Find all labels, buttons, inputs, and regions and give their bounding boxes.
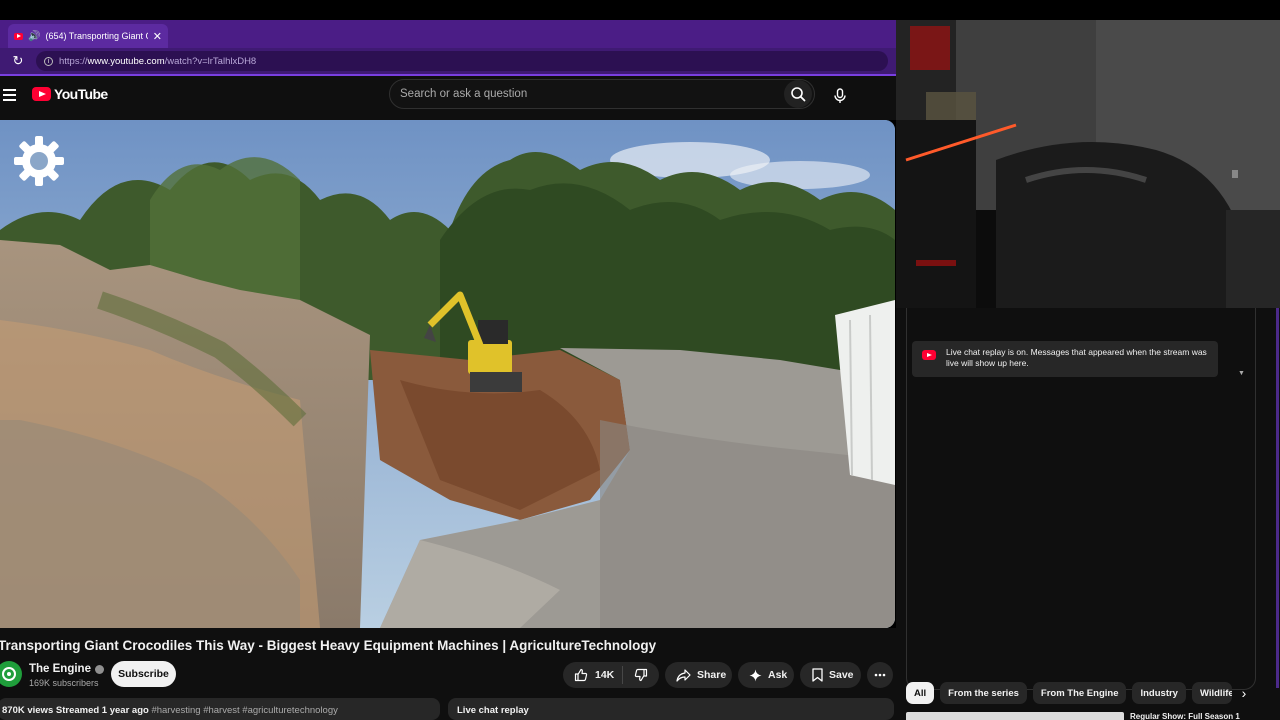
webcam-overlay (896, 20, 1280, 308)
chip-wildlife[interactable]: Wildlife (1191, 682, 1232, 704)
secondary-column: Live chat replay is on. Messages that ap… (896, 20, 1280, 720)
menu-icon[interactable] (3, 89, 16, 101)
address-bar: ↻ i https://www.youtube.com/watch?v=lrTa… (0, 48, 896, 74)
avatar[interactable] (0, 661, 22, 687)
dislike-button[interactable] (623, 668, 659, 682)
engine-logo-icon (2, 667, 16, 681)
video-player[interactable] (0, 120, 895, 628)
thumbs-down-icon (634, 668, 648, 682)
speaker-icon[interactable]: 🔊 (28, 31, 40, 42)
sparkle-icon (749, 669, 762, 681)
youtube-icon (922, 350, 936, 360)
description-box[interactable]: 870K views Streamed 1 year ago #harvesti… (0, 698, 440, 720)
channel-name[interactable]: The Engine (29, 663, 104, 675)
like-button[interactable]: 14K (563, 666, 623, 684)
video-info: Transporting Giant Crocodiles This Way -… (0, 628, 896, 720)
youtube-logo[interactable]: YouTube (32, 86, 108, 102)
search-bar (389, 79, 815, 109)
more-actions-button[interactable] (867, 662, 893, 688)
url-field[interactable]: i https://www.youtube.com/watch?v=lrTalh… (36, 51, 888, 71)
view-count-and-date: 870K views Streamed 1 year ago (2, 705, 149, 716)
chat-scroll-down-icon[interactable]: ▼ (1238, 370, 1245, 377)
browser-tab[interactable]: 🔊 (654) Transporting Giant Croc ✕ (8, 24, 168, 48)
share-label: Share (697, 669, 727, 681)
search-input[interactable] (390, 88, 784, 100)
thumbs-up-icon (574, 668, 588, 682)
scrollbar[interactable] (1276, 308, 1279, 688)
gear-icon[interactable] (12, 134, 66, 188)
recommendation-title[interactable]: Regular Show: Full Season 1 (1130, 712, 1248, 720)
url-scheme: https:// (59, 55, 88, 67)
like-count: 14K (595, 669, 615, 681)
chip-from-the-engine[interactable]: From The Engine (1032, 682, 1127, 704)
hashtags[interactable]: #harvesting #harvest #agriculturetechnol… (151, 705, 337, 716)
chat-replay-notice: Live chat replay is on. Messages that ap… (912, 341, 1218, 377)
share-button[interactable]: Share (665, 662, 732, 688)
url-host: www.youtube.com (87, 55, 165, 67)
save-label: Save (829, 669, 854, 681)
url-path: /watch?v=lrTalhlxDH8 (164, 55, 257, 67)
recommendation-thumbnail[interactable] (906, 712, 1124, 720)
subscriber-count: 169K subscribers (29, 678, 99, 688)
youtube-play-icon (32, 87, 51, 101)
search-button[interactable] (784, 80, 812, 108)
chevron-right-icon[interactable]: › (1234, 683, 1254, 703)
youtube-favicon-icon (14, 32, 23, 40)
chat-replay-notice-text: Live chat replay is on. Messages that ap… (946, 347, 1207, 368)
subscribe-button[interactable]: Subscribe (111, 661, 176, 687)
like-dislike-group: 14K (563, 662, 659, 688)
webcam-frame (896, 20, 1280, 308)
search-icon (791, 87, 806, 102)
live-chat-replay-button[interactable]: Live chat replay (448, 698, 894, 720)
youtube-header: YouTube (0, 76, 896, 120)
save-button[interactable]: Save (800, 662, 861, 688)
microphone-icon (834, 88, 846, 103)
bookmark-icon (812, 668, 823, 682)
channel-name-text: The Engine (29, 663, 91, 675)
screen: 🔊 (654) Transporting Giant Croc ✕ + ↻ i … (0, 0, 1280, 720)
logo-text: YouTube (54, 86, 108, 102)
tab-title: (654) Transporting Giant Croc (45, 31, 147, 41)
chip-all[interactable]: All (906, 682, 935, 704)
chip-industry[interactable]: Industry (1132, 682, 1186, 704)
video-frame (0, 120, 895, 628)
close-tab-icon[interactable]: ✕ (153, 30, 162, 43)
chip-from-the-series[interactable]: From the series (940, 682, 1027, 704)
ask-button[interactable]: Ask (738, 662, 794, 688)
reload-icon[interactable]: ↻ (0, 53, 36, 69)
os-top-bar (0, 0, 1280, 20)
site-info-icon[interactable]: i (44, 56, 53, 66)
related-filter-chips: All From the series From The Engine Indu… (906, 682, 1280, 704)
voice-search-button[interactable] (825, 81, 855, 111)
verified-icon (94, 664, 104, 674)
more-horizontal-icon (874, 673, 886, 677)
browser-tab-strip: 🔊 (654) Transporting Giant Croc ✕ + (0, 20, 896, 62)
ask-label: Ask (768, 669, 788, 681)
video-title: Transporting Giant Crocodiles This Way -… (0, 638, 657, 653)
share-icon (676, 668, 691, 682)
